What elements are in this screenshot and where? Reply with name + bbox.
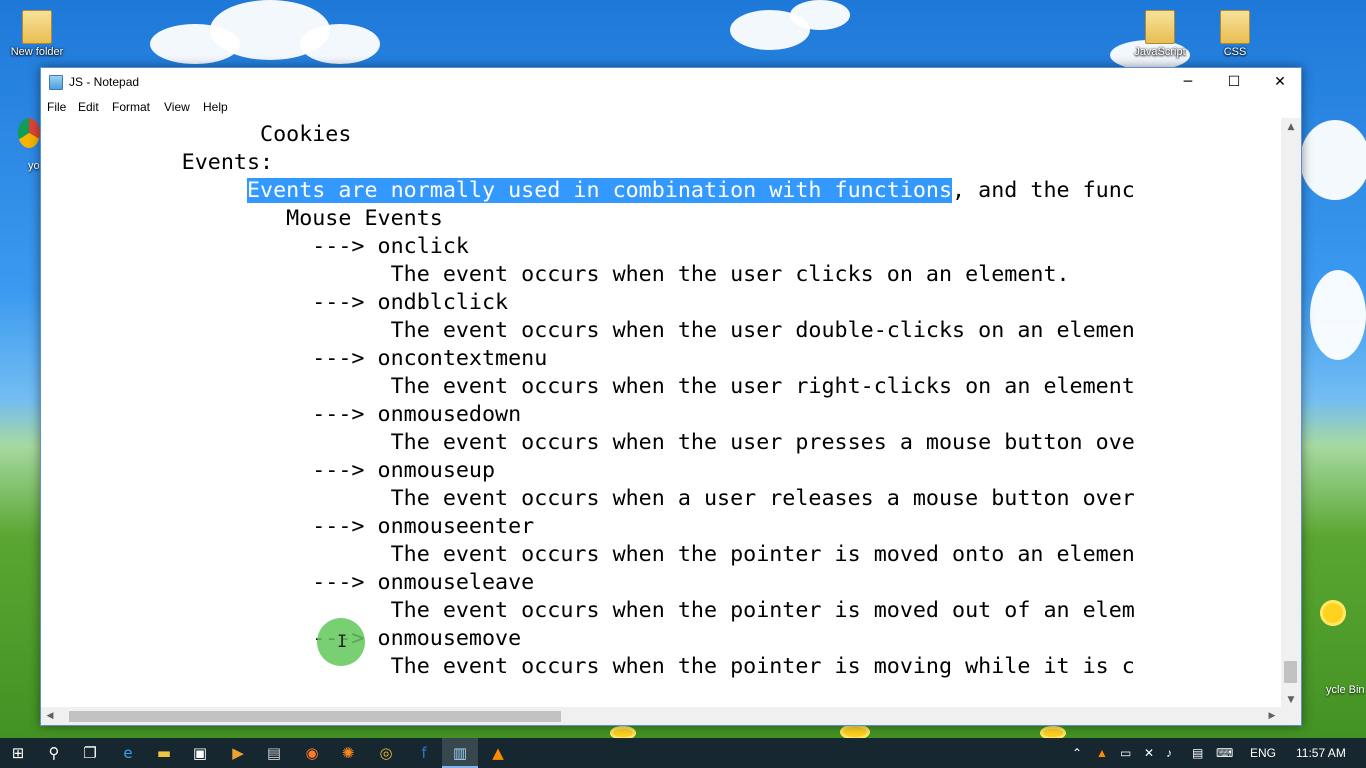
close-button[interactable]: ✕ xyxy=(1257,68,1303,97)
vlc-icon[interactable]: ▲ xyxy=(480,738,516,768)
scroll-left-icon[interactable]: ◀ xyxy=(41,707,59,725)
folder-icon xyxy=(22,10,52,44)
clock[interactable]: 11:57 AM xyxy=(1296,738,1346,768)
horizontal-scrollbar[interactable]: ◀ ▶ xyxy=(41,707,1281,725)
language-indicator[interactable]: ENG xyxy=(1250,738,1276,768)
desktop-icon-css[interactable]: CSS xyxy=(1203,10,1267,58)
menu-file[interactable]: File xyxy=(47,100,66,114)
window-title: JS - Notepad xyxy=(69,75,140,89)
notepad-window[interactable]: JS - Notepad ─ ☐ ✕ File Edit Format View… xyxy=(40,67,1302,726)
text-line: The event occurs when the user double-cl… xyxy=(41,318,1135,343)
text-line: The event occurs when the user right-cli… xyxy=(41,374,1135,399)
desktop-icon-javascript[interactable]: JavaScript xyxy=(1128,10,1192,58)
vertical-scroll-thumb[interactable] xyxy=(1284,661,1297,683)
notepad-icon[interactable]: ▥ xyxy=(442,738,478,768)
text-line: The event occurs when a user releases a … xyxy=(41,486,1135,511)
text-line: ---> onmouseleave xyxy=(41,570,535,595)
text-line: The event occurs when the pointer is mov… xyxy=(41,654,1135,679)
text-line: The event occurs when the user presses a… xyxy=(41,430,1135,455)
desktop-icon-label: New folder xyxy=(10,46,64,58)
cloud-decoration xyxy=(790,0,850,30)
keyboard-icon[interactable]: ⌨ xyxy=(1216,738,1233,768)
chrome-icon[interactable]: ◎ xyxy=(368,738,404,768)
file-explorer-icon[interactable]: ▬ xyxy=(146,738,182,768)
paint-splash-icon[interactable]: ✺ xyxy=(330,738,366,768)
recycle-bin-label[interactable]: ycle Bin xyxy=(1326,684,1365,696)
desktop-icon-label: CSS xyxy=(1223,46,1247,58)
text-line-selected: Events are normally used in combination … xyxy=(41,177,1135,205)
menu-edit[interactable]: Edit xyxy=(78,100,99,114)
cloud-decoration xyxy=(1300,120,1366,200)
store-icon[interactable]: ▣ xyxy=(182,738,218,768)
search-icon[interactable]: ⚲ xyxy=(36,738,72,768)
text-line: ---> oncontextmenu xyxy=(41,346,548,371)
maximize-button[interactable]: ☐ xyxy=(1211,68,1257,97)
battery-icon[interactable]: ▭ xyxy=(1120,738,1131,768)
vlc-tray-icon[interactable]: ▲ xyxy=(1096,738,1108,768)
text-editor-area[interactable]: Cookies Events: Events are normally used… xyxy=(41,118,1281,709)
text-line: ---> onmousemove xyxy=(41,626,522,651)
unselected-text: , and the func xyxy=(952,178,1135,203)
horizontal-scroll-thumb[interactable] xyxy=(69,711,561,722)
taskbar: ⊞ ⚲ ❐ e ▬ ▣ ▶ ▤ ◉ ✺ ◎ f ▥ ▲ ⌃ ▲ ▭ ✕ ♪ ▤ … xyxy=(0,738,1366,768)
media-player-icon[interactable]: ▶ xyxy=(220,738,256,768)
show-hidden-icons[interactable]: ⌃ xyxy=(1072,738,1082,768)
windows-start-icon[interactable]: ⊞ xyxy=(0,738,36,768)
text-line: ---> onmouseup xyxy=(41,458,496,483)
volume-icon[interactable]: ♪ xyxy=(1166,738,1172,768)
text-line: ---> onclick xyxy=(41,234,469,259)
text-line: Cookies xyxy=(41,122,352,147)
text-line: The event occurs when the pointer is mov… xyxy=(41,542,1135,567)
text-line: The event occurs when the user clicks on… xyxy=(41,262,1070,287)
desktop-icon-label: JavaScript xyxy=(1134,46,1186,58)
action-center-icon[interactable]: ▤ xyxy=(1192,738,1203,768)
vertical-scrollbar[interactable]: ▲ ▼ xyxy=(1281,118,1301,709)
text-line: ---> ondblclick xyxy=(41,290,509,315)
text-line: Mouse Events xyxy=(41,206,443,231)
cloud-decoration xyxy=(300,24,380,64)
text-line: ---> onmousedown xyxy=(41,402,522,427)
title-bar[interactable]: JS - Notepad ─ ☐ ✕ xyxy=(41,68,1301,97)
desktop-partial-label-left: yo xyxy=(28,160,40,172)
network-icon[interactable]: ✕ xyxy=(1144,738,1154,768)
menu-bar: File Edit Format View Help xyxy=(41,97,1301,117)
film-icon[interactable]: ▤ xyxy=(256,738,292,768)
folder-icon xyxy=(1145,10,1175,44)
desktop-icon-new-folder[interactable]: New folder xyxy=(5,10,69,58)
facebook-icon[interactable]: f xyxy=(406,738,442,768)
folder-icon xyxy=(1220,10,1250,44)
selected-text[interactable]: Events are normally used in combination … xyxy=(246,178,953,203)
firefox-icon[interactable]: ◉ xyxy=(294,738,330,768)
menu-format[interactable]: Format xyxy=(112,100,150,114)
menu-view[interactable]: View xyxy=(164,100,190,114)
scrollbar-corner xyxy=(1281,707,1301,725)
text-line: Events: xyxy=(41,150,274,175)
cloud-decoration xyxy=(1310,270,1366,360)
ibeam-cursor-icon: I xyxy=(337,632,348,652)
task-view-icon[interactable]: ❐ xyxy=(72,738,108,768)
menu-help[interactable]: Help xyxy=(203,100,228,114)
flower-decoration xyxy=(1320,600,1346,626)
scroll-up-icon[interactable]: ▲ xyxy=(1281,118,1301,136)
scroll-right-icon[interactable]: ▶ xyxy=(1263,707,1281,725)
text-line: ---> onmouseenter xyxy=(41,514,535,539)
chrome-desktop-icon[interactable] xyxy=(18,118,40,148)
notepad-app-icon[interactable] xyxy=(49,75,63,90)
edge-browser-icon[interactable]: e xyxy=(110,738,146,768)
minimize-button[interactable]: ─ xyxy=(1165,68,1211,97)
text-line: The event occurs when the pointer is mov… xyxy=(41,598,1135,623)
